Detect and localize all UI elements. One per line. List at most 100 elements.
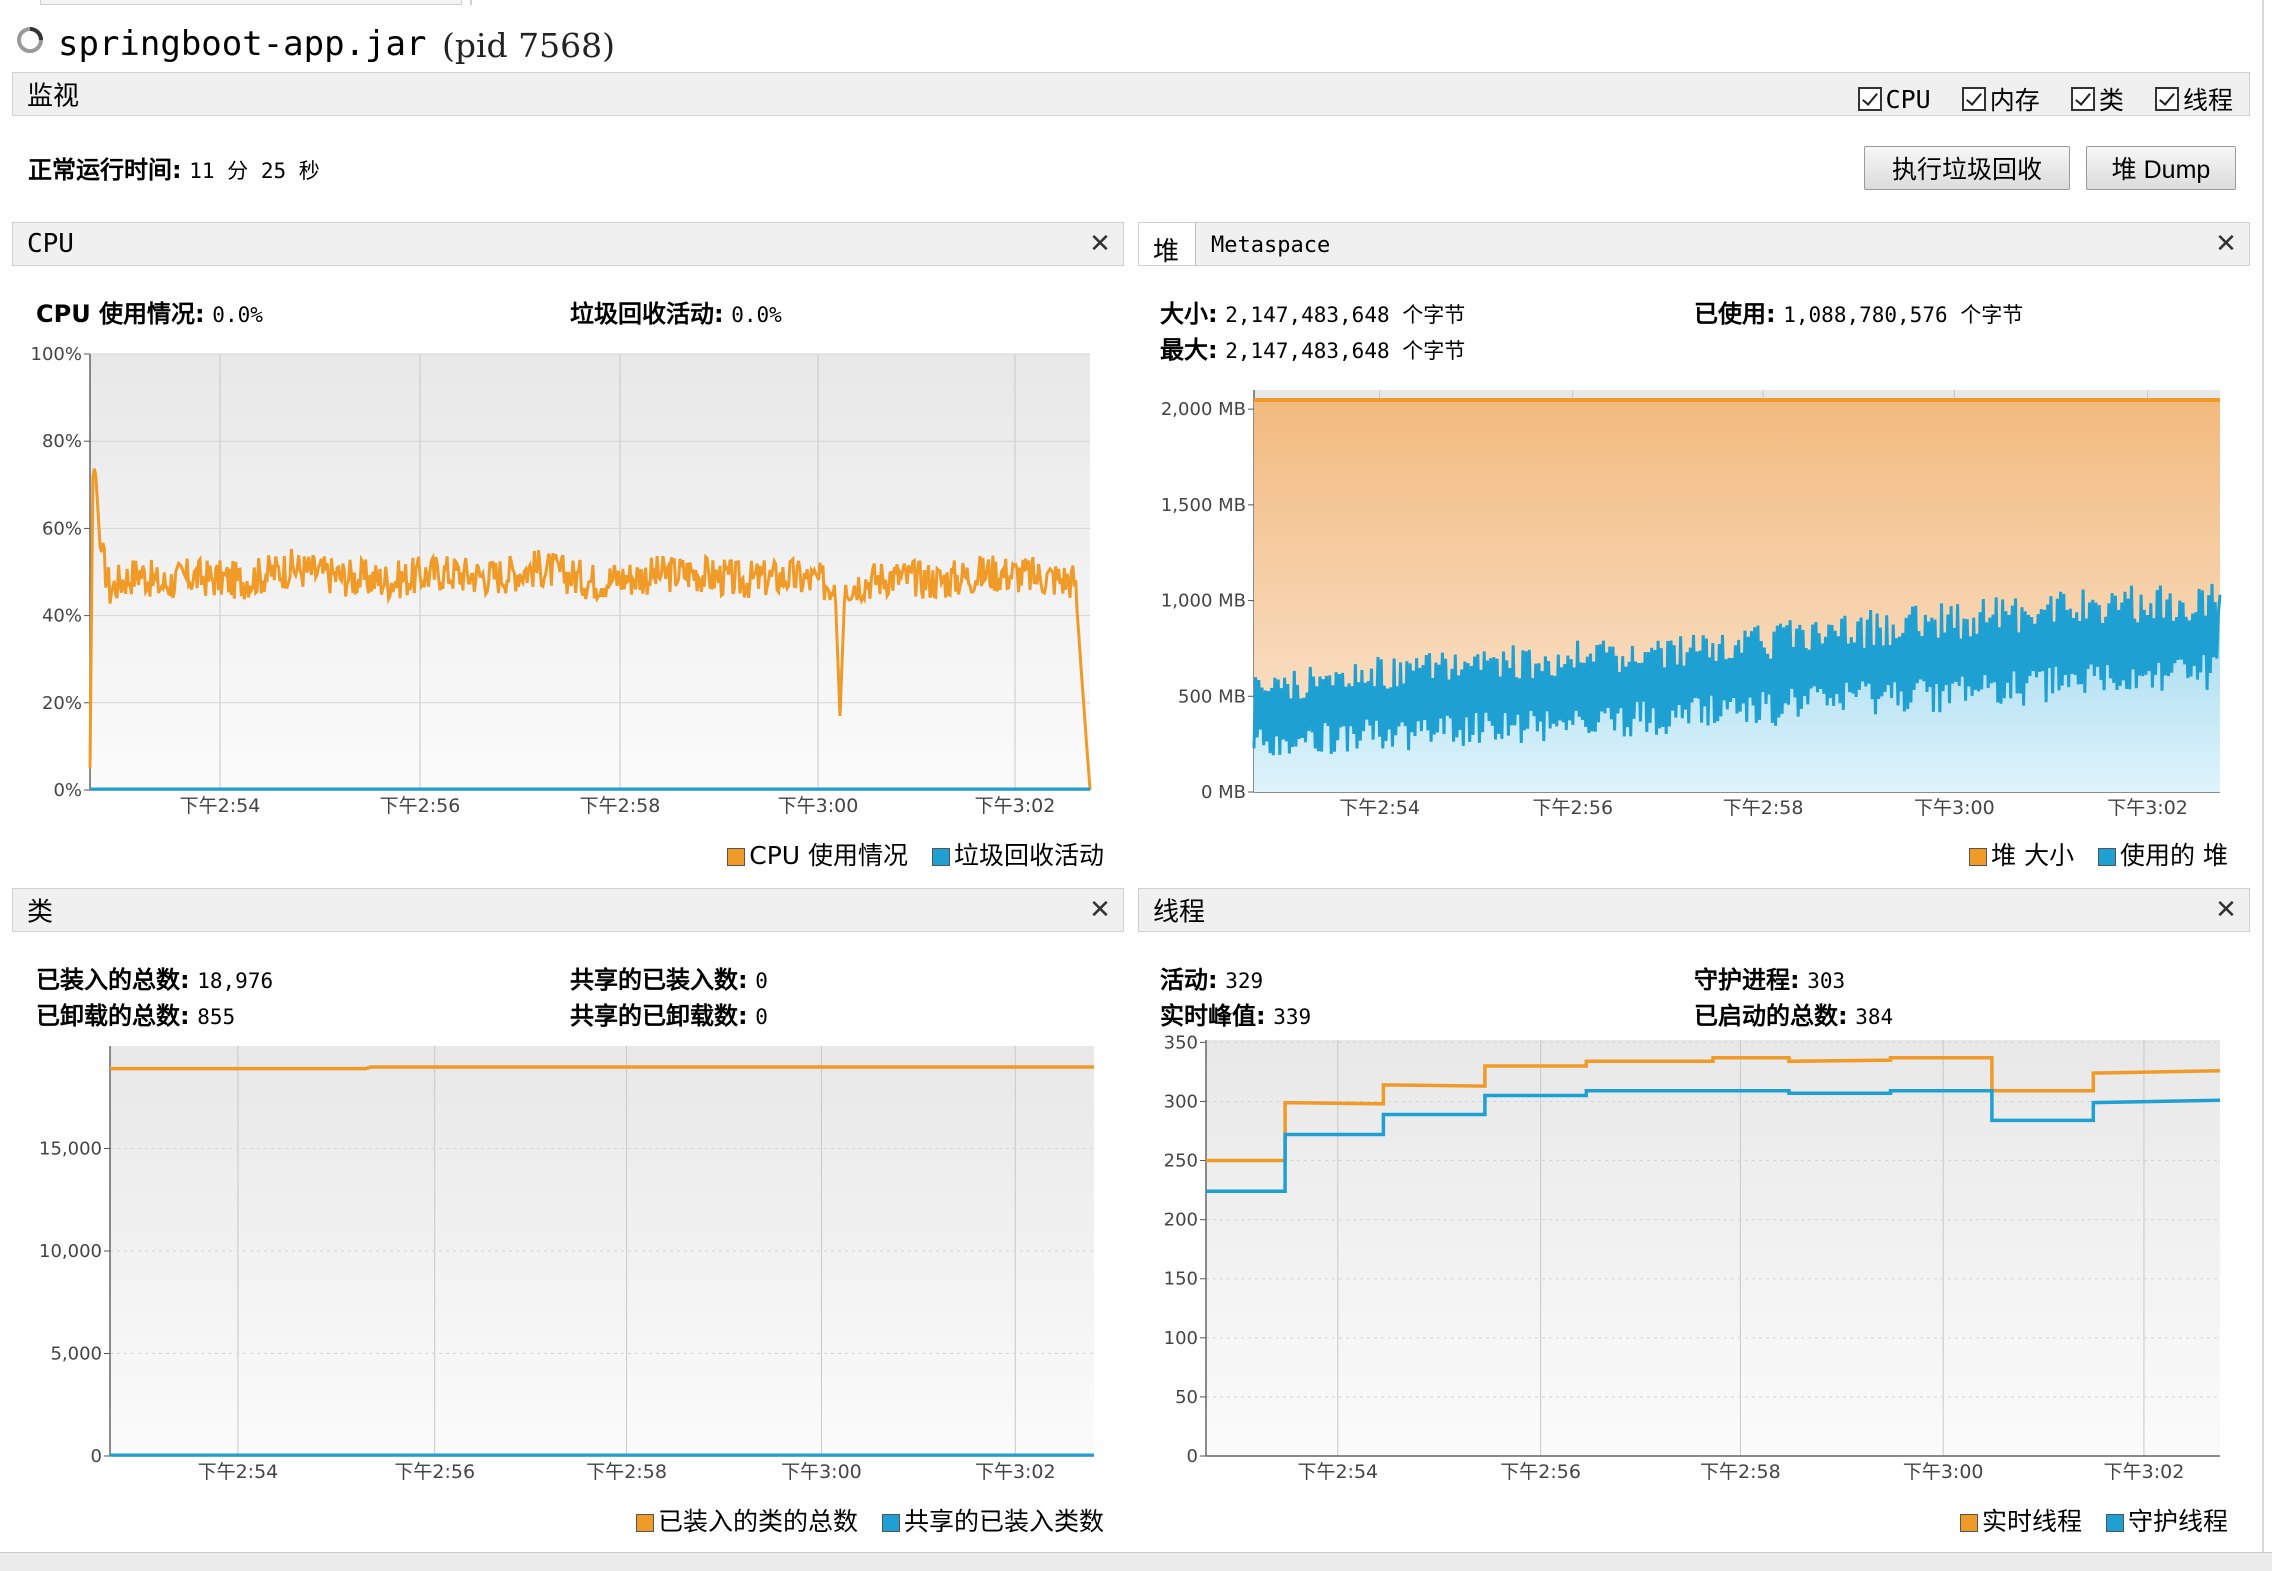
- heap-panel-header: 堆 Metaspace ✕: [1138, 222, 2250, 267]
- heap-size: 大小: 2,147,483,648 个字节: [1160, 294, 1465, 329]
- cpu-panel-header: CPU ✕: [12, 222, 1124, 266]
- threads-legend-label-1: 实时线程: [1982, 1507, 2083, 1536]
- threads-y-tick-label: 100: [1164, 1328, 1198, 1349]
- heap-used-value: 1,088,780,576 个字节: [1783, 303, 2024, 327]
- cpu-x-tick-label: 下午3:02: [975, 795, 1056, 817]
- classes-x-tick-label: 下午3:02: [975, 1461, 1056, 1483]
- threads-daemon-label: 守护进程:: [1694, 966, 1800, 994]
- heap-max-value: 2,147,483,648 个字节: [1225, 339, 1466, 363]
- heap-x-tick-label: 下午2:56: [1532, 797, 1613, 819]
- heap-x-tick-label: 下午2:58: [1723, 797, 1804, 819]
- heap-legend: 堆 大小 使用的 堆: [1969, 836, 2228, 872]
- heap-chart: 下午2:54 下午2:56 下午2:58 下午3:00 下午3:02 0 MB 500 MB…: [1161, 390, 2222, 819]
- classes-legend: 已装入的类的总数 共享的已装入类数: [636, 1502, 1104, 1538]
- bottom-status-strip: [0, 1552, 2272, 1571]
- threads-peak-label: 实时峰值:: [1160, 1002, 1266, 1030]
- loading-spinner-icon: [17, 27, 43, 53]
- threads-y-tick-label: 150: [1164, 1269, 1198, 1290]
- heap-y-tick-label: 1,000 MB: [1161, 591, 1246, 612]
- threads-panel-title: 线程: [1153, 897, 1206, 928]
- cpu-y-tick-label: 0%: [53, 780, 82, 801]
- threads-started-label: 已启动的总数:: [1694, 1002, 1848, 1030]
- uptime-label: 正常运行时间:: [28, 156, 182, 184]
- classes-panel-title: 类: [27, 897, 54, 928]
- threads-x-tick-label: 下午2:54: [1297, 1461, 1378, 1483]
- gc-activity-label: 垃圾回收活动:: [570, 300, 724, 328]
- checkbox-threads-box[interactable]: [2154, 87, 2179, 111]
- classes-legend-swatch-1: [636, 1514, 655, 1532]
- classes-x-tick-label: 下午3:00: [781, 1461, 862, 1483]
- classes-chart: 下午2:54 下午2:56 下午2:58 下午3:00 下午3:02 0 5,000 10,0…: [39, 1046, 1094, 1483]
- checkbox-memory[interactable]: 内存: [1961, 81, 2040, 117]
- classes-shared-loaded: 共享的已装入数: 0: [570, 960, 768, 995]
- app-pid: (pid 7568): [442, 26, 616, 65]
- checkbox-memory-box[interactable]: [1961, 87, 1986, 111]
- heap-used: 已使用: 1,088,780,576 个字节: [1694, 294, 2023, 329]
- uptime: 正常运行时间: 11 分 25 秒: [28, 150, 320, 185]
- classes-unloaded-value: 855: [197, 1005, 236, 1029]
- cpu-legend-label-2: 垃圾回收活动: [953, 841, 1104, 870]
- classes-y-tick-label: 5,000: [50, 1344, 102, 1365]
- heap-x-tick-label: 下午3:02: [2107, 797, 2188, 819]
- cpu-y-tick-label: 20%: [42, 693, 82, 714]
- threads-y-tick-label: 200: [1164, 1210, 1198, 1231]
- checkbox-threads[interactable]: 线程: [2154, 81, 2233, 117]
- cpu-y-tick-label: 100%: [31, 344, 82, 365]
- checkbox-cpu-label: CPU: [1885, 84, 1931, 114]
- classes-legend-label-2: 共享的已装入类数: [903, 1507, 1104, 1536]
- cpu-y-tick-label: 40%: [42, 606, 82, 627]
- heap-size-label: 大小:: [1160, 300, 1218, 328]
- cpu-usage-value: 0.0%: [212, 303, 263, 327]
- threads-started: 已启动的总数: 384: [1694, 996, 1893, 1031]
- threads-y-tick-label: 350: [1164, 1032, 1198, 1053]
- classes-unloaded: 已卸载的总数: 855: [36, 996, 235, 1031]
- threads-panel-close-icon[interactable]: ✕: [2213, 897, 2239, 923]
- classes-loaded-label: 已装入的总数:: [36, 966, 190, 994]
- classes-shared-loaded-value: 0: [755, 969, 768, 993]
- checkbox-classes-box[interactable]: [2070, 87, 2095, 111]
- tab-heap[interactable]: 堆: [1139, 223, 1196, 267]
- heap-legend-swatch-1: [1969, 848, 1988, 866]
- cpu-y-tick-label: 60%: [42, 518, 82, 539]
- cpu-usage: CPU 使用情况: 0.0%: [36, 294, 263, 329]
- right-edge: [2262, 0, 2264, 1552]
- classes-shared-unloaded-value: 0: [755, 1005, 768, 1029]
- classes-y-tick-label: 10,000: [39, 1241, 102, 1262]
- threads-legend: 实时线程 守护线程: [1960, 1502, 2228, 1538]
- threads-daemon-value: 303: [1807, 969, 1846, 993]
- checkbox-cpu[interactable]: CPU: [1857, 83, 1931, 114]
- classes-loaded: 已装入的总数: 18,976: [36, 960, 273, 995]
- app-title: springboot-app.jar: [58, 24, 427, 64]
- heap-legend-label-1: 堆 大小: [1991, 841, 2075, 870]
- perform-gc-button[interactable]: 执行垃圾回收: [1864, 146, 2070, 190]
- gc-activity: 垃圾回收活动: 0.0%: [570, 294, 782, 329]
- classes-legend-label-1: 已装入的类的总数: [658, 1507, 859, 1536]
- heap-size-value: 2,147,483,648 个字节: [1225, 303, 1466, 327]
- threads-chart: 下午2:54 下午2:56 下午2:58 下午3:00 下午3:02 0 50 100 150 2…: [1164, 1032, 2221, 1483]
- tab-metaspace[interactable]: Metaspace: [1211, 233, 1330, 258]
- classes-x-tick-label: 下午2:54: [198, 1461, 279, 1483]
- cpu-x-tick-label: 下午2:54: [180, 795, 261, 817]
- classes-loaded-value: 18,976: [197, 969, 274, 993]
- gc-activity-value: 0.0%: [731, 303, 782, 327]
- checkbox-cpu-box[interactable]: [1857, 87, 1882, 111]
- heap-max-label: 最大:: [1160, 336, 1218, 364]
- cpu-panel-close-icon[interactable]: ✕: [1087, 231, 1113, 257]
- classes-x-tick-label: 下午2:58: [586, 1461, 667, 1483]
- heap-used-label: 已使用:: [1694, 300, 1776, 328]
- threads-x-tick-label: 下午3:00: [1903, 1461, 1984, 1483]
- cpu-y-tick-label: 80%: [42, 431, 82, 452]
- heap-panel-close-icon[interactable]: ✕: [2213, 231, 2239, 257]
- checkbox-classes[interactable]: 类: [2070, 81, 2124, 117]
- threads-live: 活动: 329: [1160, 960, 1263, 995]
- cpu-x-tick-label: 下午2:56: [380, 795, 461, 817]
- classes-panel-close-icon[interactable]: ✕: [1087, 897, 1113, 923]
- cpu-legend: CPU 使用情况 垃圾回收活动: [727, 836, 1104, 872]
- top-tab-strip: [0, 0, 2272, 6]
- heap-legend-label-2: 使用的 堆: [2120, 841, 2228, 870]
- heap-dump-button[interactable]: 堆 Dump: [2086, 146, 2236, 190]
- heap-y-tick-label: 2,000 MB: [1161, 399, 1246, 420]
- cpu-panel-title: CPU: [27, 229, 74, 259]
- classes-loaded-series-line: [110, 1065, 1094, 1071]
- classes-unloaded-label: 已卸载的总数:: [36, 1002, 190, 1030]
